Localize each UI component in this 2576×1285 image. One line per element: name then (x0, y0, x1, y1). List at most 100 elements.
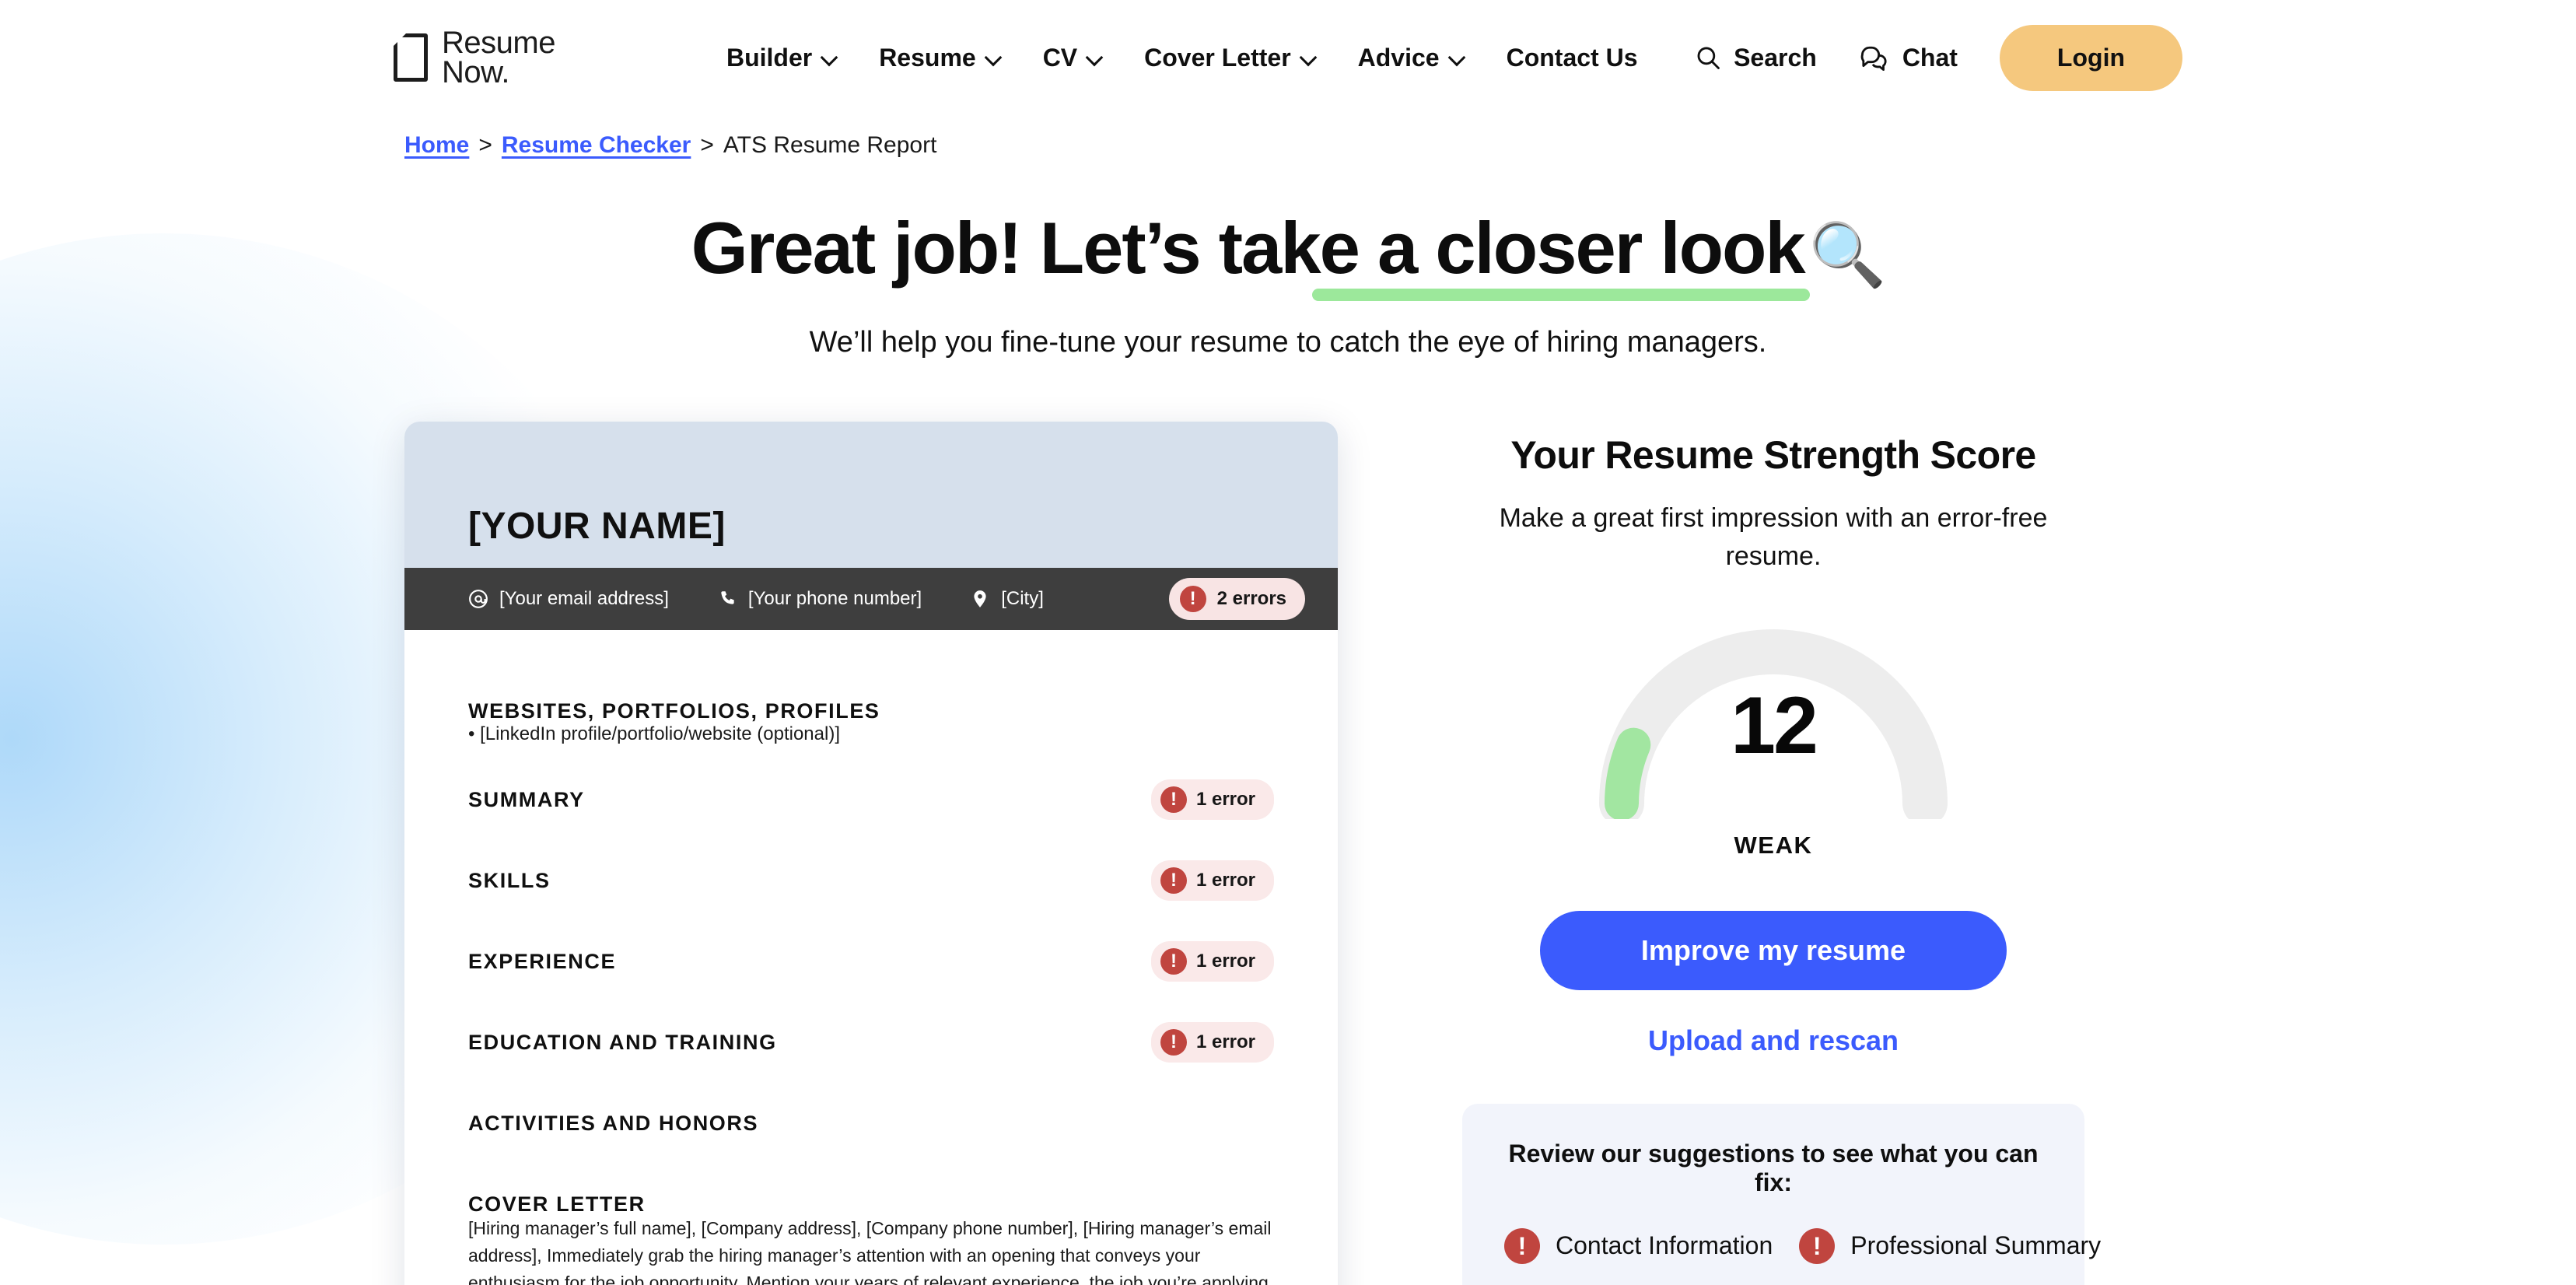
section-title: Websites, Portfolios, Profiles (468, 699, 880, 723)
chevron-down-icon (987, 51, 1001, 65)
section-title: Skills (468, 868, 551, 892)
main-nav: Builder Resume CV Cover Letter Advice Co… (726, 44, 1638, 72)
suggestion-label: Contact Information (1556, 1231, 1773, 1260)
alert-icon (1179, 586, 1206, 613)
header-actions: Search Chat Login (1695, 24, 2182, 91)
section-error-label: 1 error (1195, 870, 1255, 891)
location-pin-icon (974, 590, 986, 608)
magnifying-glass-icon: 🔍 (1808, 220, 1887, 289)
page-title-text: Great job! Let’s take a closer look (691, 207, 1806, 289)
title-underline (1311, 289, 1810, 302)
chevron-down-icon (1088, 51, 1102, 65)
suggestion-contact-information[interactable]: Contact Information (1504, 1227, 1773, 1264)
chat-bubbles-icon (1860, 46, 1887, 71)
resume-contact-bar: [Your email address] [Your phone number]… (404, 568, 1338, 631)
suggestion-label: Professional Summary (1850, 1231, 2102, 1260)
chat-button[interactable]: Chat (1859, 44, 1958, 72)
chevron-down-icon (1451, 51, 1465, 65)
page-root: Resume Now. Builder Resume CV Cover Lett… (0, 0, 2576, 1285)
section-title: Summary (468, 787, 585, 811)
search-button[interactable]: Search (1695, 44, 1817, 72)
breadcrumb-separator: > (700, 132, 714, 158)
nav-item-contact-us[interactable]: Contact Us (1507, 44, 1638, 72)
section-websites-bullet: • [LinkedIn profile/portfolio/website (o… (468, 723, 840, 745)
section-title: Experience (468, 949, 617, 973)
chevron-down-icon (823, 51, 837, 65)
contact-phone: [Your phone number] (717, 588, 922, 610)
breadcrumb: Home > Resume Checker > ATS Resume Repor… (394, 132, 2182, 159)
section-error-label: 1 error (1195, 1031, 1255, 1053)
resume-section-skills: Skills 1 error (468, 840, 1274, 921)
brand-logo[interactable]: Resume Now. (394, 26, 555, 89)
score-panel: Your Resume Strength Score Make a great … (1462, 422, 2101, 1285)
contact-email: [Your email address] (468, 588, 669, 610)
contact-phone-value: [Your phone number] (747, 588, 922, 610)
section-title: Activities and Honors (468, 1111, 759, 1135)
resume-preview-card: [YOUR NAME] [Your email address] [Your p… (404, 422, 1338, 1285)
resume-header: [YOUR NAME] (404, 422, 1338, 569)
score-title: Your Resume Strength Score (1510, 433, 2036, 478)
upload-and-rescan-link[interactable]: Upload and rescan (1462, 1024, 2084, 1057)
nav-label: Cover Letter (1144, 43, 1291, 72)
alert-icon (1160, 1029, 1187, 1056)
hero-section: Great job! Let’s take a closer look🔍 We’… (0, 208, 2576, 359)
alert-icon (1160, 867, 1187, 895)
section-error-badge[interactable]: 1 error (1150, 941, 1274, 982)
contact-email-value: [Your email address] (499, 588, 669, 610)
search-icon (1697, 47, 1720, 69)
page-subtitle: We’ll help you fine-tune your resume to … (809, 326, 1767, 359)
nav-label: Builder (726, 43, 813, 72)
nav-item-advice[interactable]: Advice (1358, 44, 1465, 72)
phone-icon (721, 591, 734, 605)
nav-item-builder[interactable]: Builder (726, 44, 837, 72)
alert-icon (1799, 1227, 1836, 1264)
section-error-badge[interactable]: 1 error (1150, 860, 1274, 902)
chevron-down-icon (1302, 51, 1316, 65)
breadcrumb-home[interactable]: Home (404, 132, 469, 159)
nav-item-cover-letter[interactable]: Cover Letter (1144, 44, 1316, 72)
login-button[interactable]: Login (1999, 24, 2182, 91)
contact-city-value: [City] (1001, 588, 1044, 610)
alert-icon (1160, 948, 1187, 975)
section-error-label: 1 error (1195, 789, 1255, 811)
suggestions-grid: Contact Information Professional Summary… (1504, 1227, 2101, 1285)
nav-label: Resume (879, 43, 976, 72)
contact-city: [City] (970, 588, 1044, 610)
site-header: Resume Now. Builder Resume CV Cover Lett… (0, 0, 2576, 115)
brand-name: Resume Now. (442, 26, 555, 89)
score-rating-label: WEAK (1734, 831, 1813, 859)
nav-item-resume[interactable]: Resume (879, 44, 1001, 72)
section-error-badge[interactable]: 1 error (1150, 779, 1274, 821)
resume-section-experience: Experience 1 error (468, 921, 1274, 1002)
improve-my-resume-button[interactable]: Improve my resume (1540, 910, 2007, 990)
email-icon (469, 590, 488, 609)
document-icon (394, 33, 428, 82)
main-content: [YOUR NAME] [Your email address] [Your p… (394, 422, 2182, 1285)
score-value: 12 (1731, 680, 1818, 771)
suggestion-professional-summary[interactable]: Professional Summary (1799, 1227, 2102, 1264)
resume-section-summary: Summary 1 error (468, 759, 1274, 840)
contact-errors-badge[interactable]: 2 errors (1168, 578, 1305, 621)
alert-icon (1504, 1227, 1540, 1264)
breadcrumb-current: ATS Resume Report (723, 132, 937, 158)
page-title: Great job! Let’s take a closer look🔍 (691, 207, 1887, 302)
suggestions-title: Review our suggestions to see what you c… (1508, 1139, 2039, 1196)
contact-errors-label: 2 errors (1216, 588, 1286, 610)
breadcrumb-resume-checker[interactable]: Resume Checker (502, 132, 691, 159)
nav-label: Advice (1357, 43, 1440, 72)
score-gauge: 12 WEAK (1591, 611, 1956, 859)
nav-item-cv[interactable]: CV (1043, 44, 1102, 72)
score-subtitle: Make a great first impression with an er… (1499, 503, 2048, 571)
section-error-badge[interactable]: 1 error (1150, 1022, 1274, 1063)
search-label: Search (1734, 43, 1817, 72)
header-inner: Resume Now. Builder Resume CV Cover Lett… (394, 24, 2182, 91)
suggestions-box: Review our suggestions to see what you c… (1462, 1103, 2101, 1285)
section-title: Cover Letter (468, 1192, 646, 1216)
chat-label: Chat (1902, 43, 1958, 72)
nav-label: CV (1042, 43, 1078, 72)
resume-section-education: Education and Training 1 error (468, 1002, 1274, 1083)
resume-candidate-name: [YOUR NAME] (468, 506, 726, 548)
resume-sections: Websites, Portfolios, Profiles • [Linked… (404, 630, 1338, 1285)
resume-section-activities: Activities and Honors (468, 1083, 1274, 1164)
section-title: Education and Training (468, 1030, 777, 1054)
